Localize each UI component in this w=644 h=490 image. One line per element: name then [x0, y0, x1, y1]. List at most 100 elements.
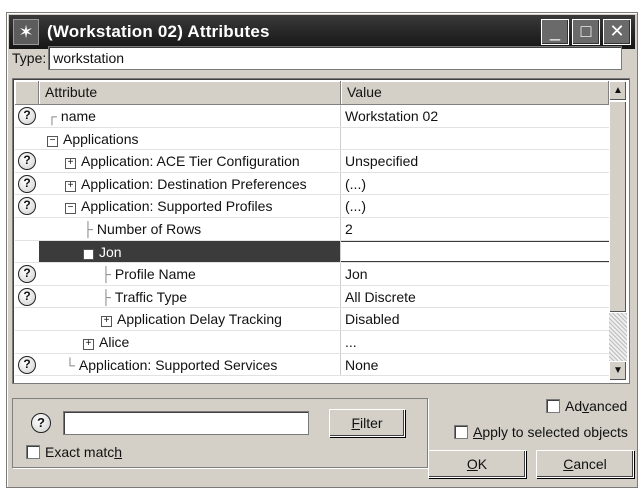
value-cell[interactable]: (...) [341, 173, 609, 195]
advanced-checkbox[interactable]: Advanced [546, 398, 627, 414]
attribute-cell[interactable]: ┌ name [39, 105, 341, 127]
attribute-grid: Attribute Value ? ┌ name Workstation 02− Ap… [12, 78, 630, 384]
apply-selected-label: Apply to selected objects [473, 424, 628, 440]
minimize-button[interactable]: _ [541, 19, 569, 45]
help-icon[interactable]: ? [18, 265, 36, 284]
attribute-row[interactable]: + Application Delay Tracking Disabled [15, 308, 609, 331]
value-cell[interactable]: None [341, 354, 609, 376]
help-cell [15, 308, 39, 330]
cancel-button[interactable]: Cancel [536, 450, 634, 478]
attribute-row[interactable]: ? + Application: ACE Tier Configuration Uns… [15, 150, 609, 173]
grid-rows: ? ┌ name Workstation 02− Applications? + Appl… [15, 105, 609, 377]
tree-connector: ├ [101, 266, 111, 283]
attribute-cell[interactable]: ├ Profile Name [39, 263, 341, 285]
attribute-label: Application: Destination Preferences [81, 175, 307, 192]
expand-icon[interactable]: + [83, 338, 94, 350]
value-cell[interactable]: Jon [341, 263, 609, 285]
attribute-row[interactable]: ? ┌ name Workstation 02 [15, 105, 609, 128]
attribute-cell[interactable]: + Application Delay Tracking [39, 308, 341, 330]
title-bar[interactable]: ✶ (Workstation 02) Attributes _ □ ✕ [9, 15, 635, 49]
attribute-cell[interactable]: − Application: Supported Profiles [39, 195, 341, 217]
help-icon[interactable]: ? [18, 174, 36, 193]
scroll-up-button[interactable]: ▲ [609, 81, 627, 101]
tree-connector: ├ [101, 288, 111, 305]
attribute-row[interactable]: ? + Application: Destination Preferences (.… [15, 172, 609, 196]
attribute-cell[interactable]: + Application: Destination Preferences [39, 172, 341, 195]
filter-input[interactable] [63, 411, 309, 435]
help-icon[interactable]: ? [18, 355, 36, 374]
collapse-icon[interactable]: − [47, 135, 58, 147]
help-icon[interactable]: ? [18, 107, 36, 125]
attribute-cell[interactable]: + Application: ACE Tier Configuration [39, 150, 341, 172]
value-cell[interactable] [341, 128, 609, 150]
attribute-cell[interactable]: └ Application: Supported Services [39, 353, 341, 376]
attribute-row[interactable]: ? └ Application: Supported Services None [15, 353, 609, 377]
value-cell[interactable]: Unspecified [341, 150, 609, 172]
help-cell [15, 218, 39, 240]
attribute-row[interactable]: ? − Application: Supported Profiles (...) [15, 195, 609, 218]
value-cell[interactable]: (...) [341, 195, 609, 217]
help-cell: ? [15, 195, 39, 217]
grid-header: Attribute Value [15, 81, 609, 105]
expand-icon[interactable]: + [65, 158, 76, 170]
expand-icon[interactable]: + [101, 316, 112, 328]
attribute-row[interactable]: − Jon [15, 240, 609, 264]
help-icon[interactable]: ? [18, 197, 36, 216]
help-cell [15, 241, 39, 263]
attribute-label: Application Delay Tracking [117, 311, 282, 328]
app-icon: ✶ [13, 19, 39, 45]
attribute-row[interactable]: ├ Number of Rows 2 [15, 217, 609, 241]
attribute-label: Number of Rows [96, 220, 202, 237]
attribute-row[interactable]: − Applications [15, 127, 609, 151]
attribute-cell[interactable]: ├ Number of Rows [39, 217, 341, 240]
value-column-header[interactable]: Value [341, 81, 609, 105]
scroll-track[interactable] [609, 313, 627, 361]
collapse-icon[interactable]: − [83, 248, 94, 260]
exact-match-checkbox[interactable]: Exact match [26, 444, 122, 460]
exact-match-label: Exact match [45, 444, 123, 460]
value-cell[interactable]: 2 [341, 218, 609, 240]
exact-match-box[interactable] [26, 445, 40, 459]
help-icon[interactable]: ? [18, 287, 36, 306]
window-title: (Workstation 02) Attributes [47, 22, 270, 41]
type-field[interactable]: workstation [48, 46, 623, 70]
attribute-cell[interactable]: ├ Traffic Type [39, 285, 341, 308]
type-row: Type: workstation [12, 46, 623, 70]
value-cell[interactable]: Disabled [341, 308, 609, 330]
apply-selected-box[interactable] [454, 425, 468, 439]
attribute-label: Jon [99, 243, 122, 260]
help-cell: ? [15, 286, 39, 308]
scroll-down-button[interactable]: ▼ [609, 361, 627, 381]
value-cell[interactable]: All Discrete [341, 286, 609, 308]
close-button[interactable]: ✕ [603, 19, 631, 45]
maximize-button[interactable]: □ [572, 19, 600, 45]
attribute-label: Alice [99, 333, 130, 350]
expand-icon[interactable]: + [65, 180, 76, 192]
attribute-row[interactable]: + Alice... [15, 330, 609, 354]
attribute-column-header[interactable]: Attribute [39, 81, 341, 105]
tree-connector: ├ [83, 220, 93, 237]
scroll-thumb[interactable] [609, 101, 627, 313]
help-icon[interactable]: ? [18, 152, 36, 171]
tree-connector: ┌ [47, 108, 57, 124]
attribute-cell[interactable]: − Applications [39, 127, 341, 150]
filter-help-icon[interactable]: ? [31, 413, 51, 433]
value-cell[interactable] [341, 240, 609, 263]
attribute-label: Application: Supported Profiles [81, 198, 273, 215]
attribute-row[interactable]: ? ├ Profile Name Jon [15, 263, 609, 286]
attribute-row[interactable]: ? ├ Traffic Type All Discrete [15, 285, 609, 309]
vertical-scrollbar[interactable]: ▲ ▼ [609, 81, 627, 381]
attribute-label: Applications [63, 130, 139, 147]
attribute-cell[interactable]: − Jon [39, 240, 341, 263]
attribute-label: Profile Name [114, 266, 196, 283]
value-cell[interactable]: Workstation 02 [341, 105, 609, 127]
collapse-icon[interactable]: − [65, 203, 76, 215]
apply-selected-checkbox[interactable]: Apply to selected objects [454, 424, 628, 440]
tree-connector: └ [65, 356, 75, 373]
help-cell: ? [15, 173, 39, 195]
filter-button[interactable]: Filter [329, 409, 405, 437]
ok-button[interactable]: OK [428, 450, 526, 478]
advanced-box[interactable] [546, 399, 560, 413]
value-cell[interactable]: ... [341, 331, 609, 353]
attribute-cell[interactable]: + Alice [39, 330, 341, 353]
